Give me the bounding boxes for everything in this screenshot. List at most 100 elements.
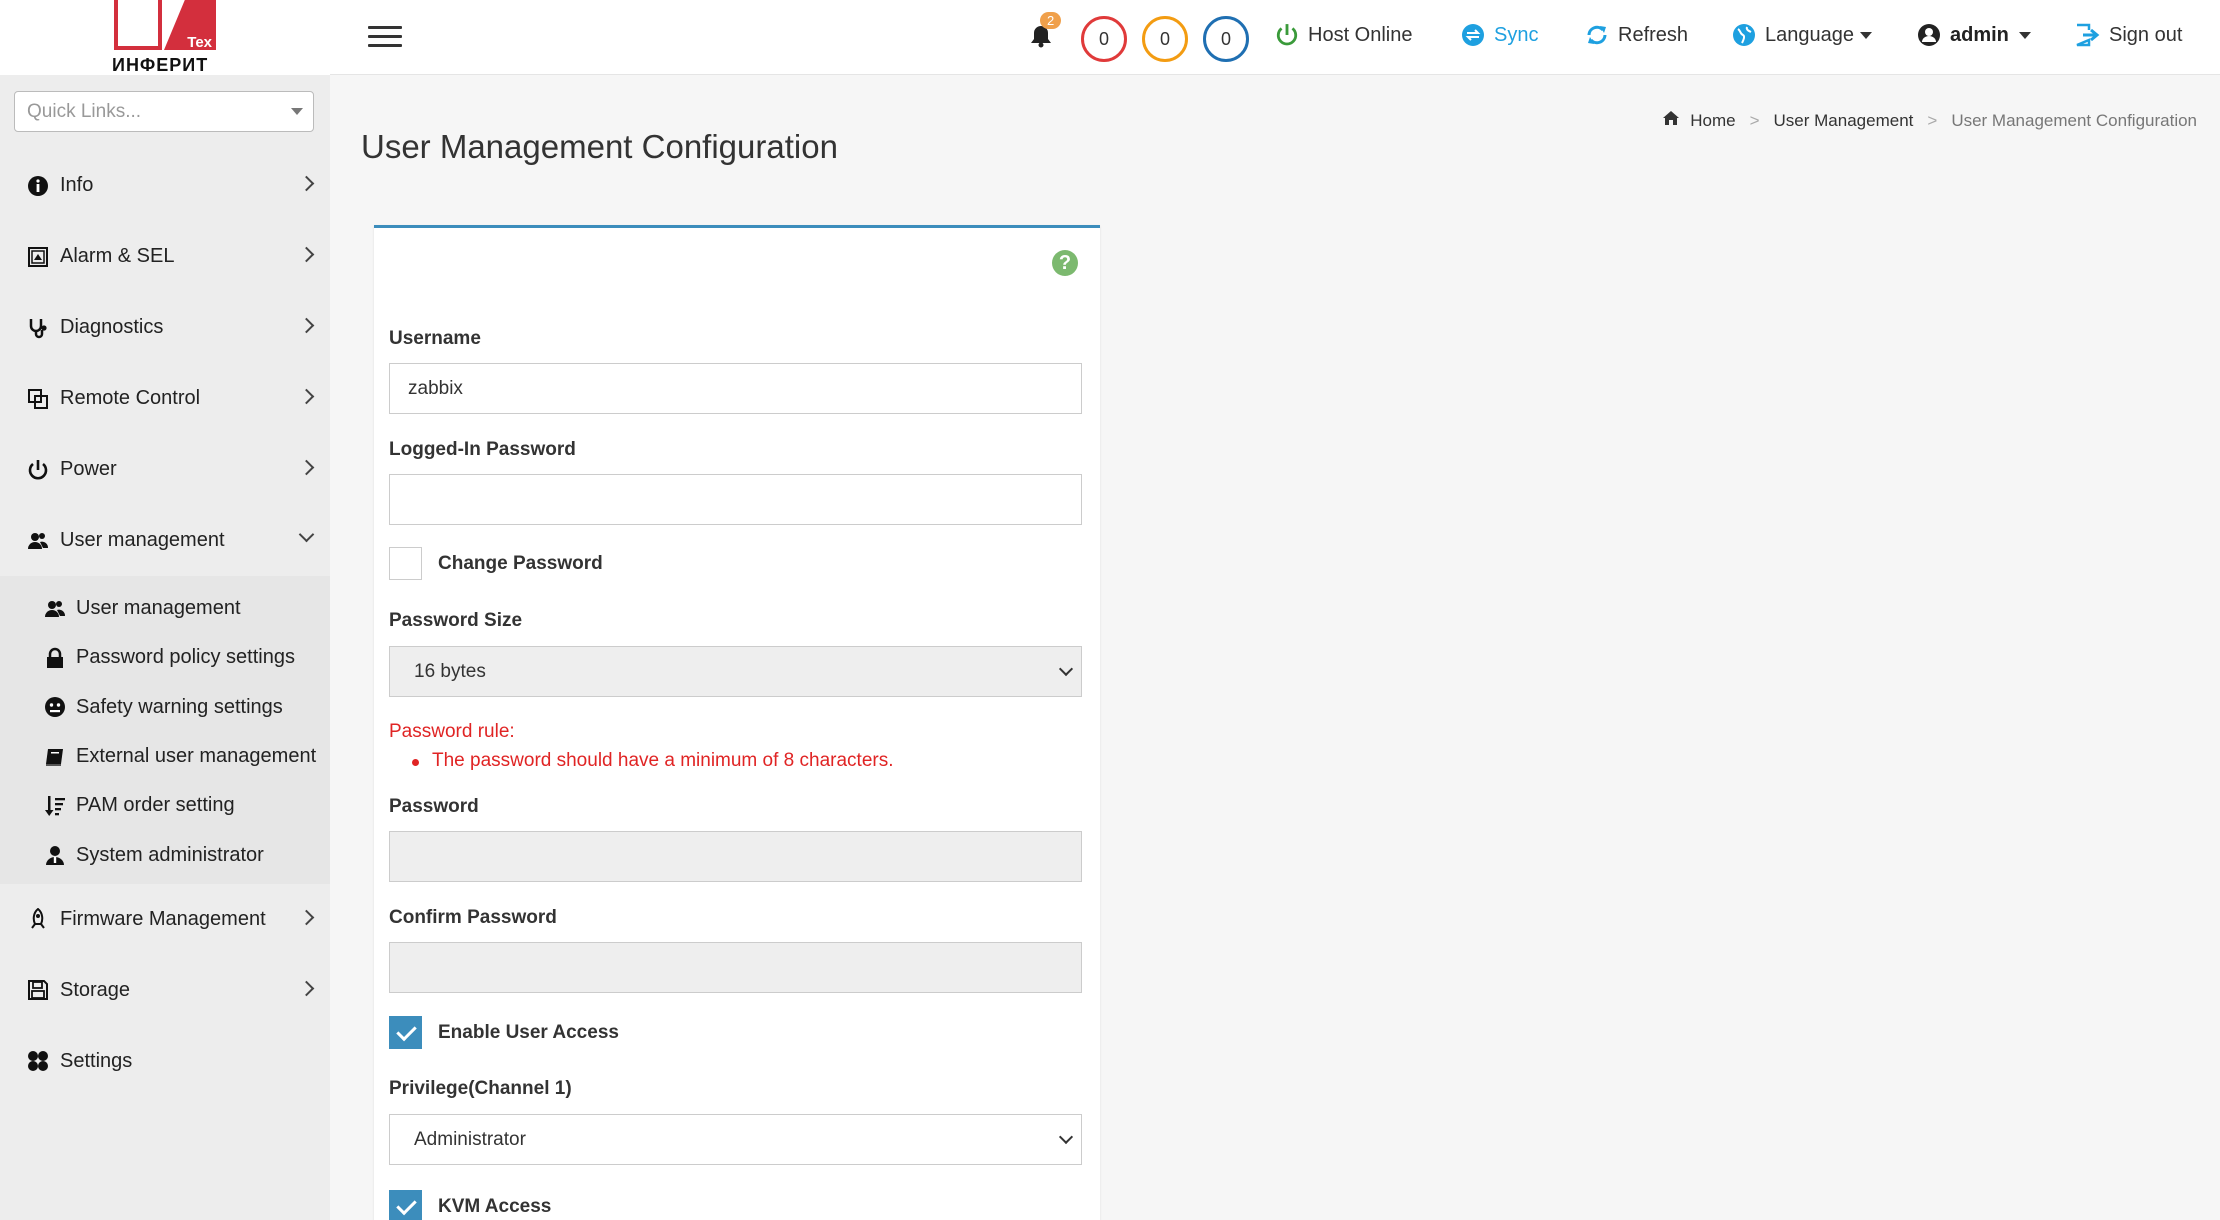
sidebar-subitem-label: PAM order setting xyxy=(76,794,235,817)
checkbox-box[interactable] xyxy=(389,547,422,580)
chevron-right-icon xyxy=(298,909,315,926)
sidebar-item-label: Firmware Management xyxy=(60,907,266,930)
sidebar-subitem-label: User management xyxy=(76,597,241,620)
alarm-icon xyxy=(26,245,50,269)
page-title: User Management Configuration xyxy=(361,128,838,165)
refresh-button[interactable]: Refresh xyxy=(1584,22,1688,48)
info-icon xyxy=(26,174,50,198)
change-password-checkbox[interactable]: Change Password xyxy=(389,547,603,580)
sidebar: Tex ИНФЕРИТ Quick Links... Info Alarm & … xyxy=(0,0,330,1220)
sidebar-item-diagnostics[interactable]: Diagnostics xyxy=(0,292,330,363)
password-size-value: 16 bytes xyxy=(414,660,486,682)
chevron-down-icon xyxy=(1058,1129,1074,1145)
help-icon[interactable]: ? xyxy=(1052,250,1078,276)
breadcrumb: Home > User Management > User Management… xyxy=(1662,110,2197,131)
sidebar-subitem-label: System administrator xyxy=(76,843,264,866)
lock-icon xyxy=(44,647,66,669)
breadcrumb-separator: > xyxy=(1749,110,1760,130)
user-circle-icon xyxy=(1916,22,1942,48)
chevron-right-icon xyxy=(298,317,315,334)
settings-icon xyxy=(26,1049,50,1073)
refresh-icon xyxy=(1584,22,1610,48)
chevron-right-icon xyxy=(298,388,315,405)
confirm-password-input[interactable] xyxy=(389,942,1082,993)
sidebar-subitem-password-policy[interactable]: Password policy settings xyxy=(0,633,330,682)
logo-mark-left xyxy=(114,0,162,50)
sidebar-item-remote-control[interactable]: Remote Control xyxy=(0,363,330,434)
sidebar-item-storage[interactable]: Storage xyxy=(0,955,330,1026)
password-size-label: Password Size xyxy=(389,610,523,631)
logged-in-password-label: Logged-In Password xyxy=(389,439,576,460)
caret-down-icon xyxy=(291,108,303,115)
enable-user-access-checkbox[interactable]: Enable User Access xyxy=(389,1016,619,1049)
sidebar-item-alarm-sel[interactable]: Alarm & SEL xyxy=(0,221,330,292)
user-dropdown[interactable]: admin xyxy=(1916,22,2031,48)
host-status-label: Host Online xyxy=(1308,23,1413,46)
language-label: Language xyxy=(1765,23,1854,46)
username-label: Username xyxy=(389,328,481,349)
sidebar-subitem-safety-warning[interactable]: Safety warning settings xyxy=(0,683,330,732)
checkbox-checked[interactable] xyxy=(389,1190,422,1220)
chevron-down-icon xyxy=(298,526,315,543)
notification-badge: 2 xyxy=(1040,12,1062,29)
privilege-select[interactable]: Administrator xyxy=(389,1114,1082,1165)
status-count-info[interactable]: 0 xyxy=(1203,16,1249,62)
logo-tex: Tex xyxy=(187,34,212,51)
remote-control-icon xyxy=(26,387,50,411)
sidebar-item-label: Diagnostics xyxy=(60,316,164,338)
language-dropdown[interactable]: Language xyxy=(1731,22,1872,48)
book-icon xyxy=(44,746,66,768)
hamburger-menu-icon[interactable] xyxy=(368,26,402,48)
chevron-down-icon xyxy=(1058,661,1074,677)
sync-button[interactable]: Sync xyxy=(1460,22,1538,48)
username-input[interactable]: zabbix xyxy=(389,363,1082,414)
sidebar-subitem-system-admin[interactable]: System administrator xyxy=(0,830,330,879)
caret-down-icon xyxy=(2018,31,2031,39)
logo-text: ИНФЕРИТ xyxy=(112,55,209,75)
user-label: admin xyxy=(1950,23,2009,46)
sidebar-item-label: Remote Control xyxy=(60,387,201,409)
privilege-value: Administrator xyxy=(414,1128,526,1150)
password-size-select[interactable]: 16 bytes xyxy=(389,646,1082,697)
sidebar-subitem-label: Password policy settings xyxy=(76,646,295,669)
sidebar-subitem-label: External user management xyxy=(76,745,317,768)
sidebar-item-label: Storage xyxy=(60,978,131,1001)
sidebar-item-settings[interactable]: Settings xyxy=(0,1026,330,1097)
sidebar-subitem-label: Safety warning settings xyxy=(76,695,283,718)
brand-logo: Tex ИНФЕРИТ xyxy=(112,0,220,75)
sidebar-item-firmware-management[interactable]: Firmware Management xyxy=(0,884,330,955)
password-rule-item: The password should have a minimum of 8 … xyxy=(412,750,894,771)
chevron-right-icon xyxy=(298,246,315,263)
quick-links-select[interactable]: Quick Links... xyxy=(14,91,314,132)
sidebar-subitem-external-user[interactable]: External user management xyxy=(0,732,330,781)
breadcrumb-home[interactable]: Home xyxy=(1690,111,1735,131)
sign-out-button[interactable]: Sign out xyxy=(2075,22,2182,48)
home-icon[interactable] xyxy=(1662,110,1680,131)
sign-out-icon xyxy=(2075,22,2101,48)
sync-icon xyxy=(1460,22,1486,48)
host-status[interactable]: Host Online xyxy=(1274,22,1413,48)
power-icon xyxy=(26,458,50,482)
breadcrumb-parent[interactable]: User Management xyxy=(1774,111,1914,131)
sync-label: Sync xyxy=(1494,23,1539,46)
sidebar-subitem-pam-order[interactable]: PAM order setting xyxy=(0,781,330,830)
sidebar-subitem-user-management[interactable]: User management xyxy=(0,584,330,633)
users-icon xyxy=(44,598,66,620)
status-count-warning[interactable]: 0 xyxy=(1142,16,1188,62)
sidebar-item-label: Alarm & SEL xyxy=(60,245,175,267)
sidebar-item-label: Info xyxy=(60,174,94,196)
status-count-critical[interactable]: 0 xyxy=(1081,16,1127,62)
user-management-submenu: User management Password policy settings… xyxy=(0,576,330,884)
sidebar-item-info[interactable]: Info xyxy=(0,150,330,221)
user-config-form: ? Username zabbix Logged-In Password Cha… xyxy=(374,225,1100,1220)
logged-in-password-input[interactable] xyxy=(389,474,1082,525)
quick-links-placeholder: Quick Links... xyxy=(27,101,142,122)
sidebar-item-power[interactable]: Power xyxy=(0,434,330,505)
sidebar-item-user-management[interactable]: User management xyxy=(0,505,330,576)
password-input[interactable] xyxy=(389,831,1082,882)
enable-user-access-label: Enable User Access xyxy=(438,1021,619,1043)
kvm-access-checkbox[interactable]: KVM Access xyxy=(389,1190,551,1220)
kvm-access-label: KVM Access xyxy=(438,1195,552,1217)
breadcrumb-separator: > xyxy=(1927,110,1938,130)
checkbox-checked[interactable] xyxy=(389,1016,422,1049)
